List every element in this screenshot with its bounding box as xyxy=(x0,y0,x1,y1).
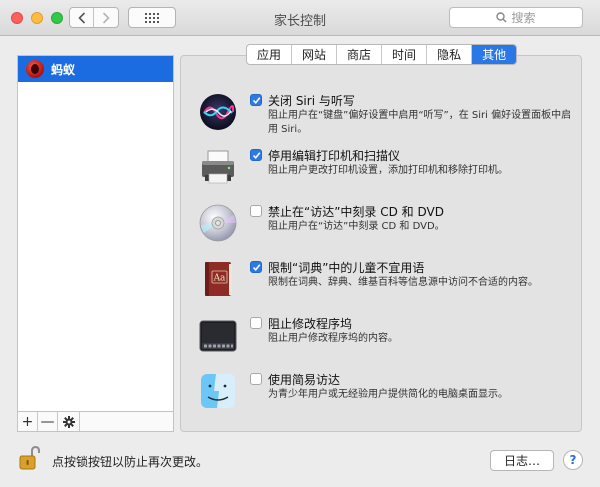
user-item[interactable]: 蚂蚁 xyxy=(18,56,173,82)
dock-checkbox[interactable] xyxy=(250,317,262,329)
option-title: 限制“词典”中的儿童不宜用语 xyxy=(268,261,425,275)
option-title: 禁止在“访达”中刻录 CD 和 DVD xyxy=(268,205,444,219)
tab-other[interactable]: 其他 xyxy=(472,45,517,64)
option-siri: 关闭 Siri 与听写 阻止用户在“键盘”偏好设置中启用“听写”，在 Siri … xyxy=(198,92,578,136)
search-field[interactable]: 搜索 xyxy=(449,7,583,28)
action-menu-button[interactable] xyxy=(58,412,80,431)
ladybug-avatar-icon xyxy=(26,60,44,78)
option-title: 关闭 Siri 与听写 xyxy=(268,94,355,108)
burn-disc-checkbox[interactable] xyxy=(250,205,262,217)
dictionary-icon: Aa xyxy=(205,262,232,296)
dictionary-checkbox[interactable] xyxy=(250,261,262,273)
disc-icon xyxy=(199,204,237,242)
tab-web[interactable]: 网站 xyxy=(292,45,338,64)
printer-checkbox[interactable] xyxy=(250,149,262,161)
printer-icon xyxy=(202,150,234,184)
dock-icon xyxy=(199,320,237,352)
option-title: 阻止修改程序坞 xyxy=(268,317,353,331)
lock-icon[interactable] xyxy=(18,445,40,471)
checkmark-icon xyxy=(252,96,260,104)
option-description: 阻止用户在“访达”中刻录 CD 和 DVD。 xyxy=(268,221,445,232)
user-list[interactable]: 蚂蚁 xyxy=(17,55,174,412)
siri-checkbox[interactable] xyxy=(250,94,262,106)
option-description: 阻止用户更改打印机设置，添加打印机和移除打印机。 xyxy=(268,165,508,176)
sidebar-toolbar: + — xyxy=(17,411,174,432)
option-description: 限制在词典、辞典、维基百科等信息源中访问不合适的内容。 xyxy=(268,277,538,288)
option-title: 使用简易访达 xyxy=(268,373,341,387)
option-printer: 停用编辑打印机和扫描仪 阻止用户更改打印机设置，添加打印机和移除打印机。 xyxy=(198,147,578,191)
option-simple-finder: 使用简易访达 为青少年用户或无经验用户提供简化的电脑桌面显示。 xyxy=(198,371,578,415)
user-name: 蚂蚁 xyxy=(51,62,76,77)
search-placeholder: 搜索 xyxy=(511,11,536,25)
siri-icon xyxy=(200,94,236,130)
gear-icon xyxy=(62,415,75,428)
option-title: 停用编辑打印机和扫描仪 xyxy=(268,149,401,163)
checkmark-icon xyxy=(252,151,260,159)
finder-icon xyxy=(201,374,235,408)
title-bar: 家长控制 搜索 xyxy=(0,0,600,36)
option-dock: 阻止修改程序坞 阻止用户修改程序坞的内容。 xyxy=(198,315,578,359)
option-description: 为青少年用户或无经验用户提供简化的电脑桌面显示。 xyxy=(268,389,508,400)
svg-text:Aa: Aa xyxy=(213,274,226,284)
simple-finder-checkbox[interactable] xyxy=(250,373,262,385)
tab-bar: 应用 网站 商店 时间 隐私 其他 xyxy=(246,44,518,65)
option-burn-disc: 禁止在“访达”中刻录 CD 和 DVD 阻止用户在“访达”中刻录 CD 和 DV… xyxy=(198,203,578,247)
remove-user-button[interactable]: — xyxy=(38,412,58,431)
tab-stores[interactable]: 商店 xyxy=(337,45,383,64)
logs-button[interactable]: 日志… xyxy=(490,450,554,471)
help-button[interactable]: ? xyxy=(563,450,583,470)
tab-time[interactable]: 时间 xyxy=(382,45,428,64)
option-dictionary: Aa 限制“词典”中的儿童不宜用语 限制在词典、辞典、维基百科等信息源中访问不合… xyxy=(198,259,578,303)
option-description: 阻止用户在“键盘”偏好设置中启用“听写”，在 Siri 偏好设置面板中启用 Si… xyxy=(268,110,572,135)
add-user-button[interactable]: + xyxy=(18,412,38,431)
tab-privacy[interactable]: 隐私 xyxy=(427,45,473,64)
checkmark-icon xyxy=(252,263,260,271)
search-icon xyxy=(496,12,508,23)
option-description: 阻止用户修改程序坞的内容。 xyxy=(268,333,398,344)
lock-hint-text: 点按锁按钮以防止再次更改。 xyxy=(52,455,209,469)
tab-apps[interactable]: 应用 xyxy=(247,45,293,64)
